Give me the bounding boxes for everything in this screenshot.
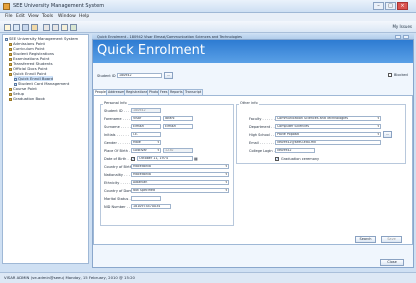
- app-icon: [3, 3, 10, 10]
- surname-input[interactable]: Elmazi: [131, 124, 161, 129]
- panel-header-title: Quick Enrolment - 180942 Visar Elmazi/Co…: [97, 35, 242, 39]
- maiden-name-input[interactable]: Elmazi: [163, 124, 193, 129]
- blocked-checkbox[interactable]: [388, 73, 392, 77]
- new-icon[interactable]: [4, 24, 11, 31]
- tree-item-graduation[interactable]: Graduation Book: [9, 96, 45, 101]
- menu-help[interactable]: Help: [79, 14, 89, 19]
- gender-select[interactable]: Male: [131, 140, 161, 145]
- high-school-select[interactable]: Pavle Poposki: [275, 132, 381, 137]
- postal-code-field: 1230: [163, 148, 193, 153]
- folder-icon[interactable]: [31, 24, 38, 31]
- email-field[interactable]: ve09942@seeu.edu.mk: [275, 140, 381, 145]
- graduation-ceremony-checkbox[interactable]: ✓: [275, 157, 279, 161]
- page-title: Quick Enrolment: [97, 43, 205, 58]
- student-id-lookup-button[interactable]: ...: [164, 72, 173, 79]
- surname-label: Surname . . . . . .: [104, 125, 134, 129]
- cut-icon[interactable]: [43, 24, 50, 31]
- date-of-birth-checkbox[interactable]: ✓: [131, 157, 135, 161]
- save-icon[interactable]: [22, 24, 29, 31]
- college-login-field[interactable]: ve09942: [275, 148, 315, 153]
- window-title: SEE University Management System: [13, 3, 105, 9]
- menu-edit[interactable]: Edit: [16, 14, 25, 19]
- faculty-label: Faculty . . . . . .: [249, 117, 275, 121]
- paste-icon[interactable]: [61, 24, 68, 31]
- close-button[interactable]: Close: [380, 259, 404, 266]
- menu-window[interactable]: Window: [58, 14, 76, 19]
- search-button[interactable]: Search: [355, 236, 376, 243]
- calendar-icon[interactable]: ▦: [194, 156, 198, 161]
- maximize-button[interactable]: □: [385, 2, 396, 10]
- place-of-birth-select[interactable]: Gostivar: [131, 148, 161, 153]
- father-name-input[interactable]: Ibrahi: [163, 116, 193, 121]
- student-id-field-label: Student ID . . . . .: [104, 109, 134, 113]
- nid-number-label: NID Number . . . .: [104, 205, 135, 209]
- other-info-title: Other info: [239, 101, 259, 105]
- ethnicity-label: Ethnicity . . . . .: [104, 181, 131, 185]
- close-window-button[interactable]: ×: [397, 2, 408, 10]
- copy-icon[interactable]: [52, 24, 59, 31]
- initials-label: Initials . . . . . .: [104, 133, 129, 137]
- menu-tools[interactable]: Tools: [42, 14, 53, 19]
- forename-label: Forename . . . . .: [104, 117, 133, 121]
- student-id-input[interactable]: 180942: [117, 73, 162, 78]
- folder-icon: [9, 97, 12, 101]
- save-button[interactable]: Save: [381, 236, 402, 243]
- faculty-select[interactable]: Communication Sciences and Technologies: [275, 116, 381, 121]
- navigation-tree: SEE University Management System Admissi…: [2, 34, 89, 264]
- email-label: Email . . . . . . .: [249, 141, 275, 145]
- minimize-button[interactable]: –: [373, 2, 384, 10]
- gender-label: Gender . . . . . .: [104, 141, 131, 145]
- high-school-lookup-button[interactable]: ...: [383, 131, 392, 138]
- graduation-ceremony-label: Graduation ceremony: [281, 157, 320, 161]
- country-of-domicile-select[interactable]: Not Specified: [131, 188, 229, 193]
- menu-view[interactable]: View: [28, 14, 39, 19]
- marital-status-input[interactable]: [131, 196, 161, 201]
- country-of-birth-select[interactable]: Macedonia: [131, 164, 229, 169]
- initials-input[interactable]: I.E.: [131, 132, 161, 137]
- department-select[interactable]: Computer Sciences: [275, 124, 381, 129]
- folder-open-icon: [9, 72, 12, 76]
- student-id-label: Student ID :: [97, 74, 118, 78]
- panel-close-button[interactable]: [403, 35, 409, 39]
- nationality-label: Nationality . . . .: [104, 173, 132, 177]
- menu-file[interactable]: File: [5, 14, 13, 19]
- refresh-icon[interactable]: [70, 24, 77, 31]
- ethnicity-select[interactable]: Albanian: [131, 180, 229, 185]
- nationality-select[interactable]: Macedonia: [131, 172, 229, 177]
- forename-input[interactable]: Visar: [131, 116, 161, 121]
- date-of-birth-picker[interactable]: October 11, 1974: [137, 156, 193, 161]
- status-text: VISAR ADMIN (ve-admin@seeu) Monday, 15 F…: [4, 275, 135, 280]
- date-of-birth-label: Date of Birth . . .: [104, 157, 134, 161]
- nid-number-input[interactable]: 1810974470034: [131, 204, 171, 209]
- student-id-field: 180942: [131, 108, 161, 113]
- open-icon[interactable]: [13, 24, 20, 31]
- my-issues-link[interactable]: My Issues: [392, 24, 412, 29]
- blocked-label: Blocked: [394, 73, 408, 77]
- panel-minimize-button[interactable]: [395, 35, 401, 39]
- personal-info-title: Personal Info: [103, 101, 128, 105]
- system-icon: [5, 37, 8, 41]
